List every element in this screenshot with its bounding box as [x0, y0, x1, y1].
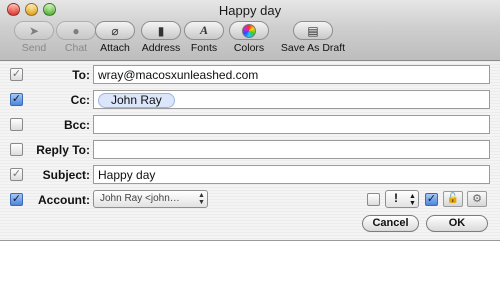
address-book-icon: ▮: [141, 21, 181, 40]
reply-to-row: Reply To:: [0, 139, 500, 161]
popup-arrows-icon: ▲▼: [198, 192, 205, 206]
account-checkbox[interactable]: ✓: [10, 193, 23, 206]
subject-field[interactable]: Happy day: [93, 165, 490, 184]
window-chrome: Happy day ➤ Send ● Chat ⌀ Attach ▮ Addre…: [0, 0, 500, 61]
color-wheel-icon: [229, 21, 269, 40]
cc-row: ✓ Cc: John Ray: [0, 89, 500, 111]
lock-icon[interactable]: 🔓: [443, 191, 463, 207]
sign-checkbox[interactable]: ✓: [425, 193, 438, 206]
to-checkbox[interactable]: ✓: [10, 68, 23, 81]
priority-value: !: [394, 191, 398, 205]
fonts-glyph: A: [199, 23, 208, 37]
priority-arrows-icon: ▲▼: [409, 193, 416, 207]
bcc-row: Bcc:: [0, 114, 500, 136]
message-body[interactable]: [0, 241, 500, 297]
paperclip-icon: ⌀: [95, 21, 135, 40]
reply-to-checkbox[interactable]: [10, 143, 23, 156]
cc-field[interactable]: John Ray: [93, 90, 490, 109]
toolbar: ➤ Send ● Chat ⌀ Attach ▮ Address A Fonts: [6, 21, 494, 59]
save-as-draft-label: Save As Draft: [280, 42, 346, 54]
subject-row: ✓ Subject: Happy day: [0, 164, 500, 186]
save-as-draft-button[interactable]: ▤ Save As Draft: [278, 21, 348, 54]
reply-to-label: Reply To:: [36, 143, 90, 157]
account-popup[interactable]: John Ray <john… ▲▼: [93, 190, 208, 208]
reply-to-field[interactable]: [93, 140, 490, 159]
cc-recipient-token[interactable]: John Ray: [98, 93, 175, 108]
to-row: ✓ To: wray@macosxunleashed.com: [0, 64, 500, 86]
priority-checkbox[interactable]: [367, 193, 380, 206]
mail-compose-window: Happy day ➤ Send ● Chat ⌀ Attach ▮ Addre…: [0, 0, 500, 297]
priority-popup[interactable]: ! ▲▼: [385, 190, 419, 208]
account-popup-value: John Ray <john…: [100, 193, 180, 204]
bcc-label: Bcc:: [63, 118, 90, 132]
fonts-icon: A: [184, 21, 224, 40]
subject-checkbox[interactable]: ✓: [10, 168, 23, 181]
gear-icon[interactable]: ⚙: [467, 191, 487, 207]
subject-label: Subject:: [42, 168, 90, 182]
cc-checkbox[interactable]: ✓: [10, 93, 23, 106]
to-label: To:: [72, 68, 90, 82]
cc-label: Cc:: [70, 93, 90, 107]
to-field[interactable]: wray@macosxunleashed.com: [93, 65, 490, 84]
ok-button[interactable]: OK: [426, 215, 488, 232]
account-row: ✓ Account: John Ray <john… ▲▼ ! ▲▼ ✓ 🔓 ⚙: [0, 189, 500, 211]
colors-label: Colors: [233, 42, 265, 54]
account-label: Account:: [38, 193, 90, 207]
cancel-button[interactable]: Cancel: [362, 215, 419, 232]
bcc-checkbox[interactable]: [10, 118, 23, 131]
compose-header: ✓ To: wray@macosxunleashed.com ✓ Cc: Joh…: [0, 61, 500, 241]
draft-document-icon: ▤: [293, 21, 333, 40]
colors-button[interactable]: Colors: [221, 21, 277, 54]
bcc-field[interactable]: [93, 115, 490, 134]
window-title: Happy day: [218, 3, 282, 18]
